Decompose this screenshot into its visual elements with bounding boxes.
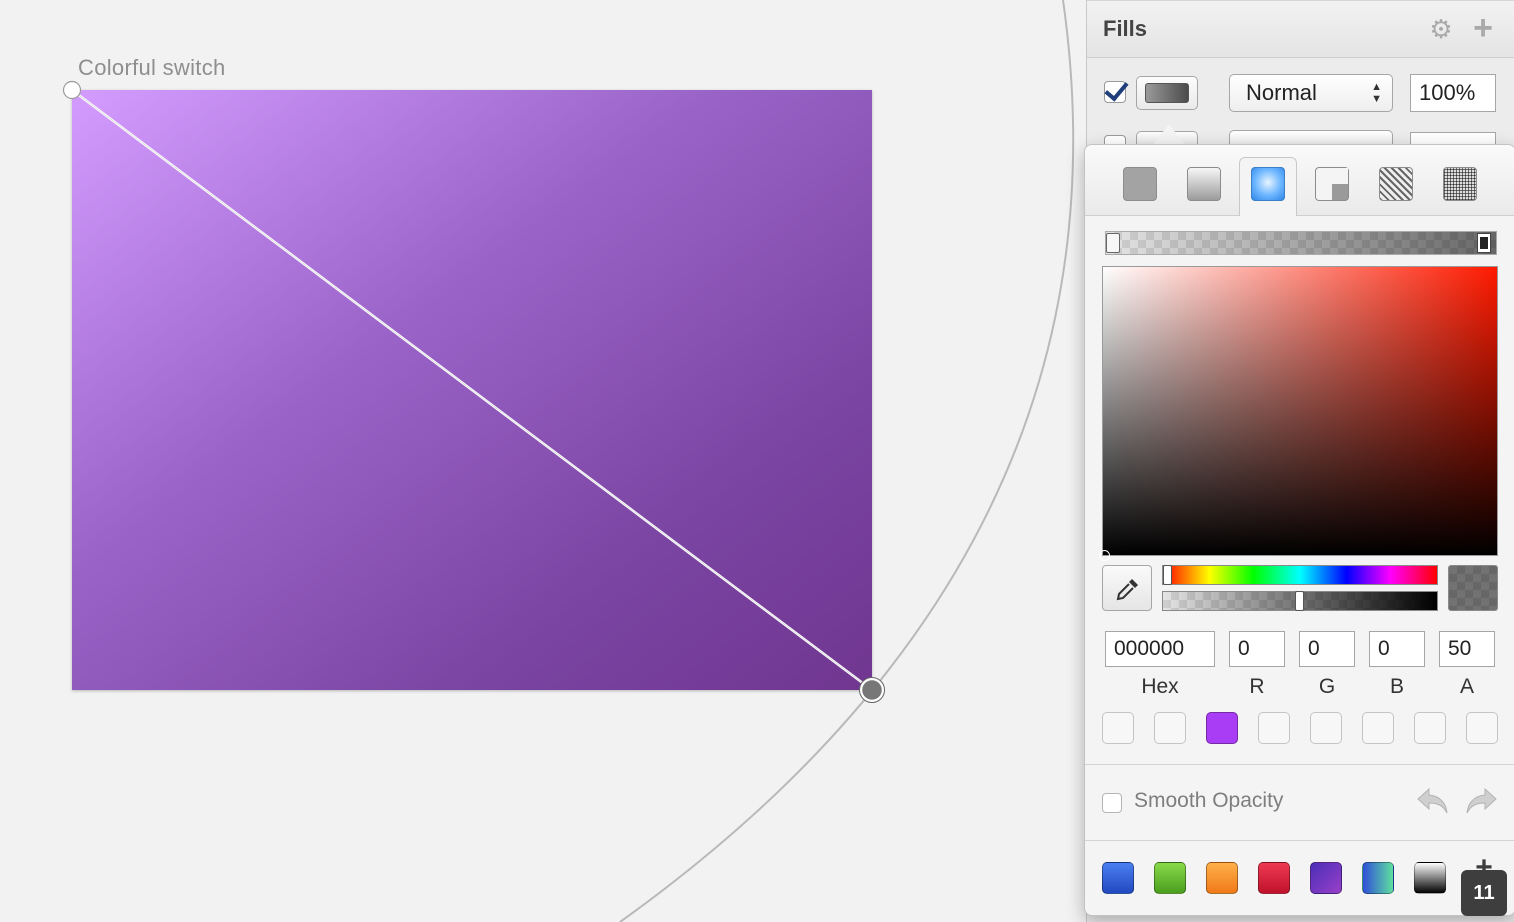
gear-icon[interactable]: ⚙ [1428, 16, 1454, 42]
fills-title: Fills [1103, 16, 1148, 41]
undo-arrow-icon[interactable] [1415, 785, 1451, 817]
global-color-preset-swatch[interactable] [1154, 862, 1186, 894]
color-preview-swatch [1448, 565, 1498, 611]
fill-enabled-checkbox[interactable] [1104, 81, 1126, 103]
global-color-preset-swatch[interactable] [1310, 862, 1342, 894]
linear-gradient-type-icon[interactable] [1187, 167, 1221, 201]
global-color-preset-swatch[interactable] [1362, 862, 1394, 894]
empty-color-swatch[interactable] [1310, 712, 1342, 744]
global-color-preset-swatch[interactable] [1206, 862, 1238, 894]
fill-color-swatch-button[interactable] [1136, 76, 1198, 110]
divider [1085, 764, 1514, 765]
blend-mode-value: Normal [1246, 80, 1317, 105]
add-fill-plus-icon[interactable]: + [1470, 11, 1496, 45]
hue-slider-knob[interactable] [1163, 565, 1172, 585]
pattern-fill-type-icon[interactable] [1379, 167, 1413, 201]
eyedropper-button[interactable] [1102, 565, 1152, 611]
red-label: R [1249, 675, 1265, 698]
empty-color-swatch[interactable] [1102, 712, 1134, 744]
eyedropper-icon [1116, 579, 1138, 601]
red-input[interactable]: 0 [1229, 631, 1285, 667]
green-input[interactable]: 0 [1299, 631, 1355, 667]
green-label: G [1318, 675, 1336, 698]
blend-mode-select[interactable]: Normal ▲ ▼ [1229, 74, 1393, 112]
empty-color-swatch[interactable] [1154, 712, 1186, 744]
empty-color-swatch[interactable] [1258, 712, 1290, 744]
fill-opacity-input[interactable]: 100% [1410, 74, 1496, 112]
alpha-input[interactable]: 50 [1439, 631, 1495, 667]
hue-slider[interactable] [1162, 565, 1438, 585]
empty-color-swatch[interactable] [1414, 712, 1446, 744]
hex-label: Hex [1141, 675, 1179, 698]
noise-fill-type-icon[interactable] [1443, 167, 1477, 201]
fill-2-blend-select[interactable] [1229, 130, 1393, 144]
color-cursor[interactable] [1099, 550, 1110, 561]
gradient-start-handle [62, 80, 82, 100]
hex-input[interactable]: 000000 [1105, 631, 1215, 667]
global-color-preset-swatch[interactable] [1102, 862, 1134, 894]
smooth-opacity-label: Smooth Opacity [1134, 789, 1284, 812]
global-color-preset-swatch[interactable] [1258, 862, 1290, 894]
presets-count-badge[interactable]: 11 [1461, 870, 1507, 916]
gradient-end-handle [859, 677, 885, 703]
redo-arrow-icon[interactable] [1463, 785, 1499, 817]
color-picker-popover: 000000 0 0 0 50 Hex R G B A Smooth Opaci… [1084, 144, 1514, 916]
solid-fill-type-icon[interactable] [1123, 167, 1157, 201]
blue-input[interactable]: 0 [1369, 631, 1425, 667]
gradient-stop-end-selected[interactable] [1477, 233, 1491, 253]
select-arrows-icon: ▲ ▼ [1371, 81, 1382, 105]
gradient-stop-start[interactable] [1106, 233, 1120, 253]
empty-color-swatch[interactable] [1362, 712, 1394, 744]
document-color-swatch[interactable] [1206, 712, 1238, 744]
fill-preview [1145, 83, 1189, 103]
popover-arrow [1153, 124, 1185, 145]
fill-2-opacity-input[interactable] [1410, 132, 1496, 144]
divider [1085, 840, 1514, 841]
global-color-preset-swatch[interactable] [1414, 862, 1446, 894]
empty-color-swatch[interactable] [1466, 712, 1498, 744]
smooth-opacity-checkbox[interactable] [1102, 793, 1122, 813]
saturation-brightness-field[interactable] [1102, 266, 1498, 556]
blue-label: B [1389, 675, 1404, 698]
angular-gradient-type-icon[interactable] [1315, 167, 1349, 201]
radial-gradient-type-icon[interactable] [1251, 167, 1285, 201]
alpha-label: A [1459, 675, 1474, 698]
radial-guide-arc [619, 0, 1075, 922]
alpha-slider-knob[interactable] [1295, 591, 1304, 611]
gradient-stops-bar[interactable] [1105, 231, 1497, 255]
